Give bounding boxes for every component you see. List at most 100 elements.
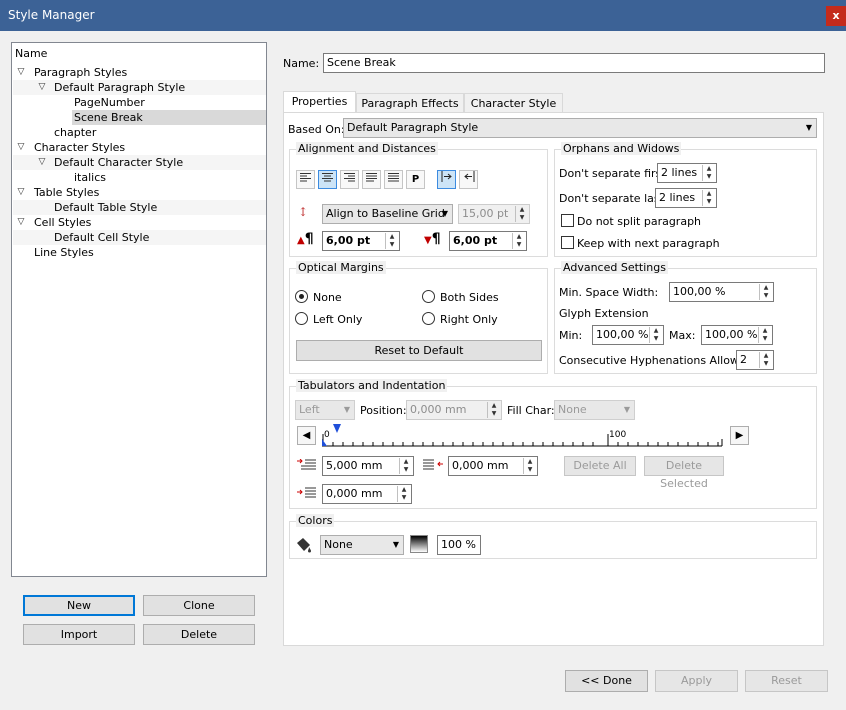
spinner[interactable]: ▲ ▼ [758,327,771,343]
spinner[interactable]: ▲ ▼ [759,284,772,300]
hyphenations-value: 2 [740,353,747,366]
expand-arrow-icon[interactable]: ▽ [36,80,48,95]
space-above-input[interactable]: 6,00 pt ▲ ▼ [322,231,400,251]
line-spacing-mode-select[interactable]: Align to Baseline Grid ▼ [322,204,453,224]
spinner[interactable]: ▲ ▼ [512,233,525,249]
first-indent-input[interactable]: 5,000 mm ▲ ▼ [322,456,414,476]
space-above-icon: ▲¶ [297,231,314,247]
space-below-input[interactable]: 6,00 pt ▲ ▼ [449,231,527,251]
space-below-value: 6,00 pt [453,234,498,247]
window-title: Style Manager [8,8,95,22]
tab-paragraph-effects[interactable]: Paragraph Effects [356,93,464,114]
chevron-down-icon: ▼ [805,123,812,132]
fill-color-select[interactable]: None ▼ [320,535,404,555]
tree-item-selected[interactable]: Scene Break [74,110,143,125]
spinner[interactable]: ▲ ▼ [759,352,772,368]
ruler-right-arrow-icon[interactable]: ▶ [730,426,749,445]
paragraph-p-button[interactable]: P [406,170,425,189]
clone-button[interactable]: Clone [143,595,255,616]
tab-ruler[interactable]: 0 100 [320,421,724,451]
shade-input[interactable]: 100 % [437,535,481,555]
keep-next-checkbox[interactable] [561,236,574,249]
position-input[interactable]: 0,000 mm ▲ ▼ [406,400,502,420]
separate-last-input[interactable]: 2 lines ▲ ▼ [655,188,717,208]
chevron-down-icon: ▼ [343,405,350,414]
left-indent-input[interactable]: 0,000 mm ▲ ▼ [322,484,412,504]
import-button[interactable]: Import [23,624,135,645]
expand-arrow-icon[interactable]: ▽ [15,140,27,155]
expand-arrow-icon[interactable]: ▽ [15,65,27,80]
spinner[interactable]: ▲ ▼ [702,190,715,206]
min-space-input[interactable]: 100,00 % ▲ ▼ [669,282,774,302]
style-tree[interactable]: Name ▽ Paragraph Styles ▽ Default Paragr… [11,42,267,577]
tree-item[interactable]: Character Styles [34,140,125,155]
based-on-label: Based On: [288,123,345,136]
glyph-min-input[interactable]: 100,00 % ▲ ▼ [592,325,664,345]
new-button[interactable]: New [23,595,135,616]
spinner[interactable]: ▲ ▼ [702,165,715,181]
align-center-icon[interactable] [318,170,337,189]
tree-item[interactable]: Paragraph Styles [34,65,127,80]
align-force-justify-icon[interactable] [384,170,403,189]
colors-title: Colors [296,514,335,527]
spinner[interactable]: ▲ ▼ [487,402,500,418]
separate-first-label: Don't separate first [559,167,666,180]
ruler-left-arrow-icon[interactable]: ◀ [297,426,316,445]
name-input[interactable]: Scene Break [323,53,825,73]
tree-item[interactable]: Default Cell Style [54,230,149,245]
align-left-icon[interactable] [296,170,315,189]
done-button[interactable]: << Done [565,670,648,692]
direction-ltr-icon[interactable] [437,170,456,189]
tree-item[interactable]: chapter [54,125,96,140]
optical-both-radio[interactable] [422,290,435,303]
spinner[interactable]: ▲ ▼ [515,206,528,222]
tab-properties[interactable]: Properties [283,91,356,114]
expand-arrow-icon[interactable]: ▽ [15,185,27,200]
line-spacing-input[interactable]: 15,00 pt ▲ ▼ [458,204,530,224]
spinner[interactable]: ▲ ▼ [397,486,410,502]
tree-item[interactable]: Default Paragraph Style [54,80,185,95]
tree-item[interactable]: Cell Styles [34,215,91,230]
glyph-max-value: 100,00 % [705,328,758,341]
advanced-title: Advanced Settings [561,261,668,274]
tree-item[interactable]: Default Character Style [54,155,183,170]
based-on-select[interactable]: Default Paragraph Style ▼ [343,118,817,138]
expand-arrow-icon[interactable]: ▽ [36,155,48,170]
optical-none-radio[interactable] [295,290,308,303]
optical-left-radio[interactable] [295,312,308,325]
glyph-max-label: Max: [669,329,696,342]
reset-default-button[interactable]: Reset to Default [296,340,542,361]
optical-left-label: Left Only [313,313,363,326]
tree-item[interactable]: Line Styles [34,245,94,260]
delete-button[interactable]: Delete [143,624,255,645]
right-indent-input[interactable]: 0,000 mm ▲ ▼ [448,456,538,476]
close-button[interactable]: x [826,6,846,26]
spinner[interactable]: ▲ ▼ [649,327,662,343]
optical-none-label: None [313,291,342,304]
spinner[interactable]: ▲ ▼ [523,458,536,474]
reset-button[interactable]: Reset [745,670,828,692]
spinner[interactable]: ▲ ▼ [385,233,398,249]
separate-first-input[interactable]: 2 lines ▲ ▼ [657,163,717,183]
tree-item[interactable]: Table Styles [34,185,99,200]
fill-char-select[interactable]: None ▼ [554,400,635,420]
align-justify-icon[interactable] [362,170,381,189]
direction-rtl-icon[interactable] [459,170,478,189]
align-right-icon[interactable] [340,170,359,189]
optical-right-radio[interactable] [422,312,435,325]
glyph-max-input[interactable]: 100,00 % ▲ ▼ [701,325,773,345]
tree-item[interactable]: PageNumber [74,95,145,110]
delete-all-button[interactable]: Delete All [564,456,636,476]
tab-type-select[interactable]: Left ▼ [295,400,355,420]
right-indent-icon [423,459,443,471]
delete-selected-button[interactable]: Delete Selected [644,456,724,490]
apply-button[interactable]: Apply [655,670,738,692]
no-split-checkbox[interactable] [561,214,574,227]
tree-item[interactable]: italics [74,170,106,185]
tab-character-style[interactable]: Character Style [464,93,563,114]
hyphenations-input[interactable]: 2 ▲ ▼ [736,350,774,370]
tree-item[interactable]: Default Table Style [54,200,157,215]
hyphenations-label: Consecutive Hyphenations Allowed: [559,354,757,367]
spinner[interactable]: ▲ ▼ [399,458,412,474]
expand-arrow-icon[interactable]: ▽ [15,215,27,230]
